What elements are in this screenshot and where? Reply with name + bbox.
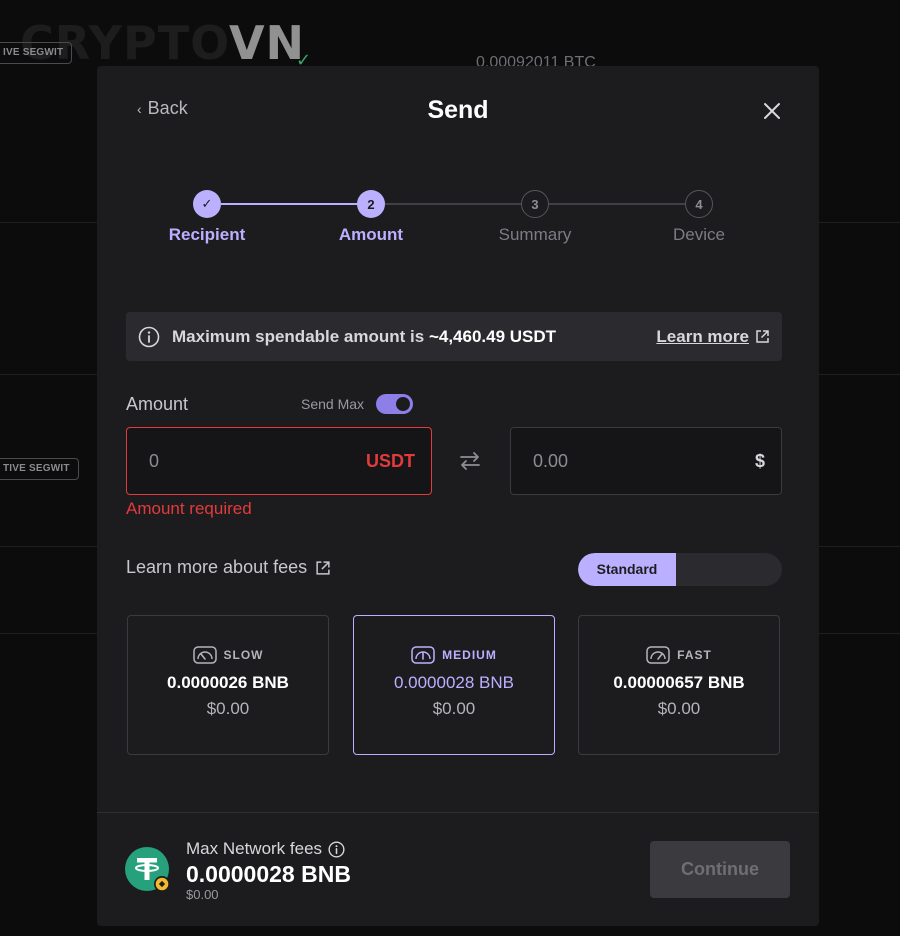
step-label: Recipient: [168, 225, 246, 244]
fee-mode-advanced[interactable]: [676, 553, 782, 586]
speedometer-icon: [411, 646, 435, 664]
crypto-unit: USDT: [366, 450, 415, 471]
step-amount: 2 Amount: [291, 190, 451, 245]
fee-fiat-amount: $0.00: [432, 699, 476, 718]
modal-title: Send: [427, 96, 489, 124]
external-link-icon: [756, 330, 769, 343]
step-done-check-icon: ✓: [193, 190, 221, 218]
step-label: Amount: [338, 225, 404, 244]
amount-label: Amount: [126, 394, 189, 414]
crypto-amount-field[interactable]: USDT: [126, 427, 432, 495]
fiat-unit: $: [754, 450, 765, 471]
external-link-icon: [316, 560, 330, 575]
learn-fees-link[interactable]: Learn more about fees: [126, 557, 331, 578]
step-summary: 3 Summary: [455, 190, 615, 245]
fee-crypto-amount: 0.0000028 BNB: [393, 673, 515, 692]
stepper: ✓ Recipient 2 Amount 3 Summary 4 Device: [97, 190, 819, 250]
fee-speed-label: FAST: [677, 648, 712, 662]
fee-speed-label: MEDIUM: [442, 648, 497, 662]
crypto-amount-input[interactable]: [149, 450, 329, 472]
max-spendable-amount: ~4,460.49 USDT: [428, 326, 557, 346]
fee-crypto-amount: 0.00000657 BNB: [613, 673, 745, 692]
step-label: Device: [673, 225, 725, 244]
fiat-amount-input[interactable]: [533, 450, 713, 472]
step-label: Summary: [498, 225, 572, 244]
footer-divider: [97, 812, 819, 813]
network-fees-fiat: $0.00: [186, 887, 219, 902]
step-number: 3: [521, 190, 549, 218]
fee-mode-standard[interactable]: Standard: [578, 553, 676, 586]
close-icon[interactable]: [761, 100, 783, 122]
swap-icon[interactable]: [457, 448, 483, 474]
toggle-knob: [396, 397, 410, 411]
send-max-toggle[interactable]: [376, 394, 413, 414]
send-max-label: Send Max: [301, 396, 365, 412]
info-icon: [138, 326, 160, 347]
step-device: 4 Device: [619, 190, 779, 245]
step-number: 4: [685, 190, 713, 218]
amount-error: Amount required: [126, 499, 252, 518]
fee-option-medium[interactable]: MEDIUM 0.0000028 BNB $0.00: [353, 615, 555, 755]
info-icon[interactable]: [328, 840, 345, 858]
network-fees-amount: 0.0000028 BNB: [186, 861, 351, 887]
banner-message: Maximum spendable amount is ~4,460.49 US…: [172, 326, 557, 346]
step-recipient: ✓ Recipient: [127, 190, 287, 245]
fee-speed-label: SLOW: [223, 648, 264, 662]
network-fees-label: Max Network fees: [186, 839, 345, 859]
send-modal: ‹ Back Send ✓ Recipient 2 Amount 3 Summa…: [97, 66, 819, 926]
speedometer-icon: [646, 646, 670, 664]
speedometer-icon: [192, 646, 217, 664]
segwit-tag: IVE SEGWIT: [0, 42, 73, 64]
segwit-tag: TIVE SEGWIT: [0, 458, 79, 480]
fee-fiat-amount: $0.00: [657, 699, 701, 718]
info-banner: Maximum spendable amount is ~4,460.49 US…: [126, 312, 782, 361]
continue-button[interactable]: Continue: [650, 841, 790, 898]
fee-option-slow[interactable]: SLOW 0.0000026 BNB $0.00: [127, 615, 329, 755]
fee-option-fast[interactable]: FAST 0.00000657 BNB $0.00: [578, 615, 780, 755]
tether-token-icon: [125, 847, 170, 892]
fiat-amount-field[interactable]: $: [510, 427, 782, 495]
fee-fiat-amount: $0.00: [206, 699, 250, 718]
step-number: 2: [357, 190, 385, 218]
learn-more-link[interactable]: Learn more: [656, 327, 770, 347]
fee-mode-switch: Standard: [578, 553, 782, 586]
fee-crypto-amount: 0.0000026 BNB: [167, 673, 289, 692]
